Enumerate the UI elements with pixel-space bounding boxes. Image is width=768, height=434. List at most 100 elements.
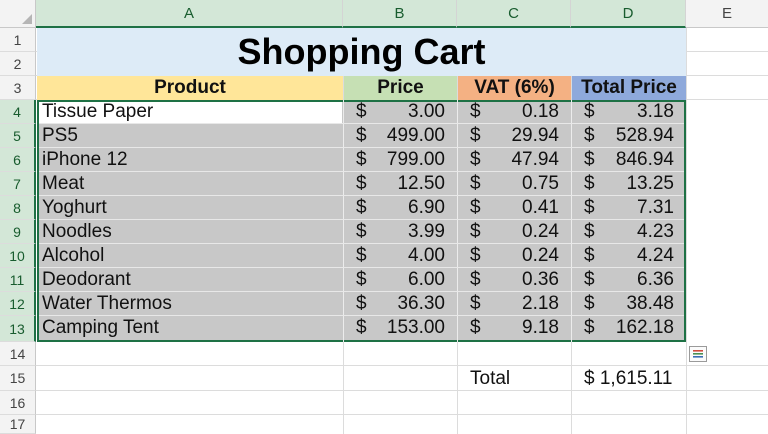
- cell-total[interactable]: $13.25: [572, 172, 686, 196]
- cell-vat[interactable]: $29.94: [458, 124, 571, 148]
- row-header-13[interactable]: 13: [0, 316, 36, 342]
- column-header-a[interactable]: A: [36, 0, 343, 28]
- cell-vat[interactable]: $2.18: [458, 292, 571, 316]
- cell-price[interactable]: $799.00: [344, 148, 457, 172]
- row-header-3[interactable]: 3: [0, 76, 36, 100]
- row-header-6[interactable]: 6: [0, 148, 36, 172]
- cell-total[interactable]: $3.18: [572, 100, 686, 124]
- total-amount: 38.48: [626, 293, 674, 314]
- currency-symbol: $: [470, 269, 481, 290]
- cell-price[interactable]: $3.99: [344, 220, 457, 244]
- total-amount: 13.25: [626, 173, 674, 194]
- row-header-15[interactable]: 15: [0, 366, 36, 391]
- currency-symbol: $: [584, 197, 595, 218]
- row-header-5[interactable]: 5: [0, 124, 36, 148]
- row-header-2[interactable]: 2: [0, 52, 36, 76]
- header-product[interactable]: Product: [37, 76, 343, 100]
- cell-total[interactable]: $4.24: [572, 244, 686, 268]
- cell-vat[interactable]: $0.24: [458, 244, 571, 268]
- cell-vat[interactable]: $0.24: [458, 220, 571, 244]
- cell-vat[interactable]: $9.18: [458, 316, 571, 340]
- row-header-8[interactable]: 8: [0, 196, 36, 220]
- select-all-corner[interactable]: [0, 0, 36, 28]
- vat-amount: 9.18: [522, 317, 559, 338]
- row-header-14[interactable]: 14: [0, 342, 36, 366]
- row-header-7[interactable]: 7: [0, 172, 36, 196]
- vat-amount: 0.18: [522, 101, 559, 122]
- column-header-d[interactable]: D: [571, 0, 686, 28]
- price-amount: 153.00: [386, 317, 445, 338]
- header-total-price[interactable]: Total Price: [572, 76, 686, 100]
- cell-product[interactable]: Deodorant: [42, 268, 338, 292]
- header-price[interactable]: Price: [344, 76, 457, 100]
- total-label[interactable]: Total: [470, 366, 570, 391]
- row-header-4[interactable]: 4: [0, 100, 36, 124]
- cell-vat[interactable]: $0.18: [458, 100, 571, 124]
- cell-vat[interactable]: $0.75: [458, 172, 571, 196]
- row-header-11[interactable]: 11: [0, 268, 36, 292]
- cell-product[interactable]: iPhone 12: [42, 148, 338, 172]
- currency-symbol: $: [584, 269, 595, 290]
- header-vat[interactable]: VAT (6%): [458, 76, 571, 100]
- cell-price[interactable]: $36.30: [344, 292, 457, 316]
- vat-amount: 0.24: [522, 245, 559, 266]
- cell-product[interactable]: Camping Tent: [42, 316, 338, 340]
- column-header-b[interactable]: B: [343, 0, 457, 28]
- cell-product[interactable]: Water Thermos: [42, 292, 338, 316]
- currency-symbol: $: [356, 317, 367, 338]
- price-amount: 4.00: [408, 245, 445, 266]
- cell-vat[interactable]: $0.36: [458, 268, 571, 292]
- row-header-17[interactable]: 17: [0, 415, 36, 434]
- cell-price[interactable]: $12.50: [344, 172, 457, 196]
- cell-product[interactable]: Tissue Paper: [42, 100, 338, 124]
- sheet-title[interactable]: Shopping Cart: [37, 28, 686, 76]
- total-amount: 4.23: [637, 221, 674, 242]
- cell-total[interactable]: $4.23: [572, 220, 686, 244]
- currency-symbol: $: [470, 221, 481, 242]
- currency-symbol: $: [584, 221, 595, 242]
- currency-symbol: $: [356, 269, 367, 290]
- vat-amount: 29.94: [511, 125, 559, 146]
- cell-total[interactable]: $846.94: [572, 148, 686, 172]
- cell-total[interactable]: $528.94: [572, 124, 686, 148]
- price-amount: 3.99: [408, 221, 445, 242]
- currency-symbol: $: [584, 317, 595, 338]
- currency-symbol: $: [584, 101, 595, 122]
- cell-price[interactable]: $6.00: [344, 268, 457, 292]
- cell-total[interactable]: $162.18: [572, 316, 686, 340]
- row-header-12[interactable]: 12: [0, 292, 36, 316]
- cell-price[interactable]: $153.00: [344, 316, 457, 340]
- total-amount: 7.31: [637, 197, 674, 218]
- product-name: Tissue Paper: [42, 101, 154, 122]
- currency-symbol: $: [356, 293, 367, 314]
- cell-price[interactable]: $3.00: [344, 100, 457, 124]
- quick-analysis-icon[interactable]: [689, 346, 707, 362]
- cell-total[interactable]: $38.48: [572, 292, 686, 316]
- cell-vat[interactable]: $0.41: [458, 196, 571, 220]
- cell-price[interactable]: $6.90: [344, 196, 457, 220]
- column-header-c[interactable]: C: [457, 0, 571, 28]
- cell-product[interactable]: Noodles: [42, 220, 338, 244]
- cell-total[interactable]: $7.31: [572, 196, 686, 220]
- cell-product[interactable]: Meat: [42, 172, 338, 196]
- column-header-e[interactable]: E: [686, 0, 768, 28]
- cell-product[interactable]: Alcohol: [42, 244, 338, 268]
- row-header-10[interactable]: 10: [0, 244, 36, 268]
- currency-symbol: $: [470, 197, 481, 218]
- row-header-1[interactable]: 1: [0, 28, 36, 52]
- cell-price[interactable]: $499.00: [344, 124, 457, 148]
- cell-total[interactable]: $6.36: [572, 268, 686, 292]
- currency-symbol: $: [584, 173, 595, 194]
- cell-product[interactable]: Yoghurt: [42, 196, 338, 220]
- price-amount: 6.00: [408, 269, 445, 290]
- cell-vat[interactable]: $47.94: [458, 148, 571, 172]
- product-name: Water Thermos: [42, 293, 172, 314]
- cell-product[interactable]: PS5: [42, 124, 338, 148]
- total-amount: 528.94: [615, 125, 674, 146]
- row-header-16[interactable]: 16: [0, 391, 36, 415]
- cell-price[interactable]: $4.00: [344, 244, 457, 268]
- product-name: Camping Tent: [42, 317, 159, 338]
- row-header-9[interactable]: 9: [0, 220, 36, 244]
- currency-symbol: $: [584, 149, 595, 170]
- grand-total-value[interactable]: $ 1,615.11: [584, 366, 684, 391]
